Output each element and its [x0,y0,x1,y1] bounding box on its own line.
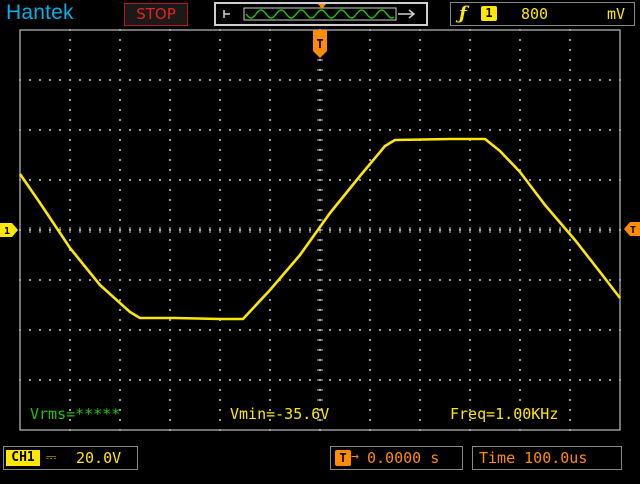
measurement-frequency: Freq=1.00KHz [450,405,559,423]
trigger-position-marker[interactable]: T [313,30,327,58]
timebase-settings[interactable]: Time 100.0us [472,446,622,470]
measurement-vmin: Vmin=-35.6V [230,405,330,423]
arrow-right-icon: → [351,449,359,464]
trigger-marker-label: T [316,37,323,51]
horizontal-position[interactable]: T → 0.0000 s [330,446,463,470]
channel-label: CH1 [6,450,40,466]
measurement-vrms: Vrms=***** [30,405,121,423]
trigger-level-marker-label: T [630,225,636,236]
timebase-value: Time 100.0us [479,449,588,467]
position-value: 0.0000 s [367,449,440,467]
dc-coupling-icon: ⎓ [46,450,57,465]
trigger-position-icon: T [335,450,351,466]
volts-per-div: 20.0V [76,449,122,467]
ch1-settings[interactable]: CH1 ⎓ 20.0V [3,446,138,470]
channel-marker-label: 1 [4,226,10,237]
bottom-status-bar: CH1 ⎓ 20.0V T → 0.0000 s Time 100.0us [0,440,640,480]
ch1-ground-marker[interactable]: 1 [0,223,18,237]
trigger-level-marker[interactable]: T [624,222,640,236]
